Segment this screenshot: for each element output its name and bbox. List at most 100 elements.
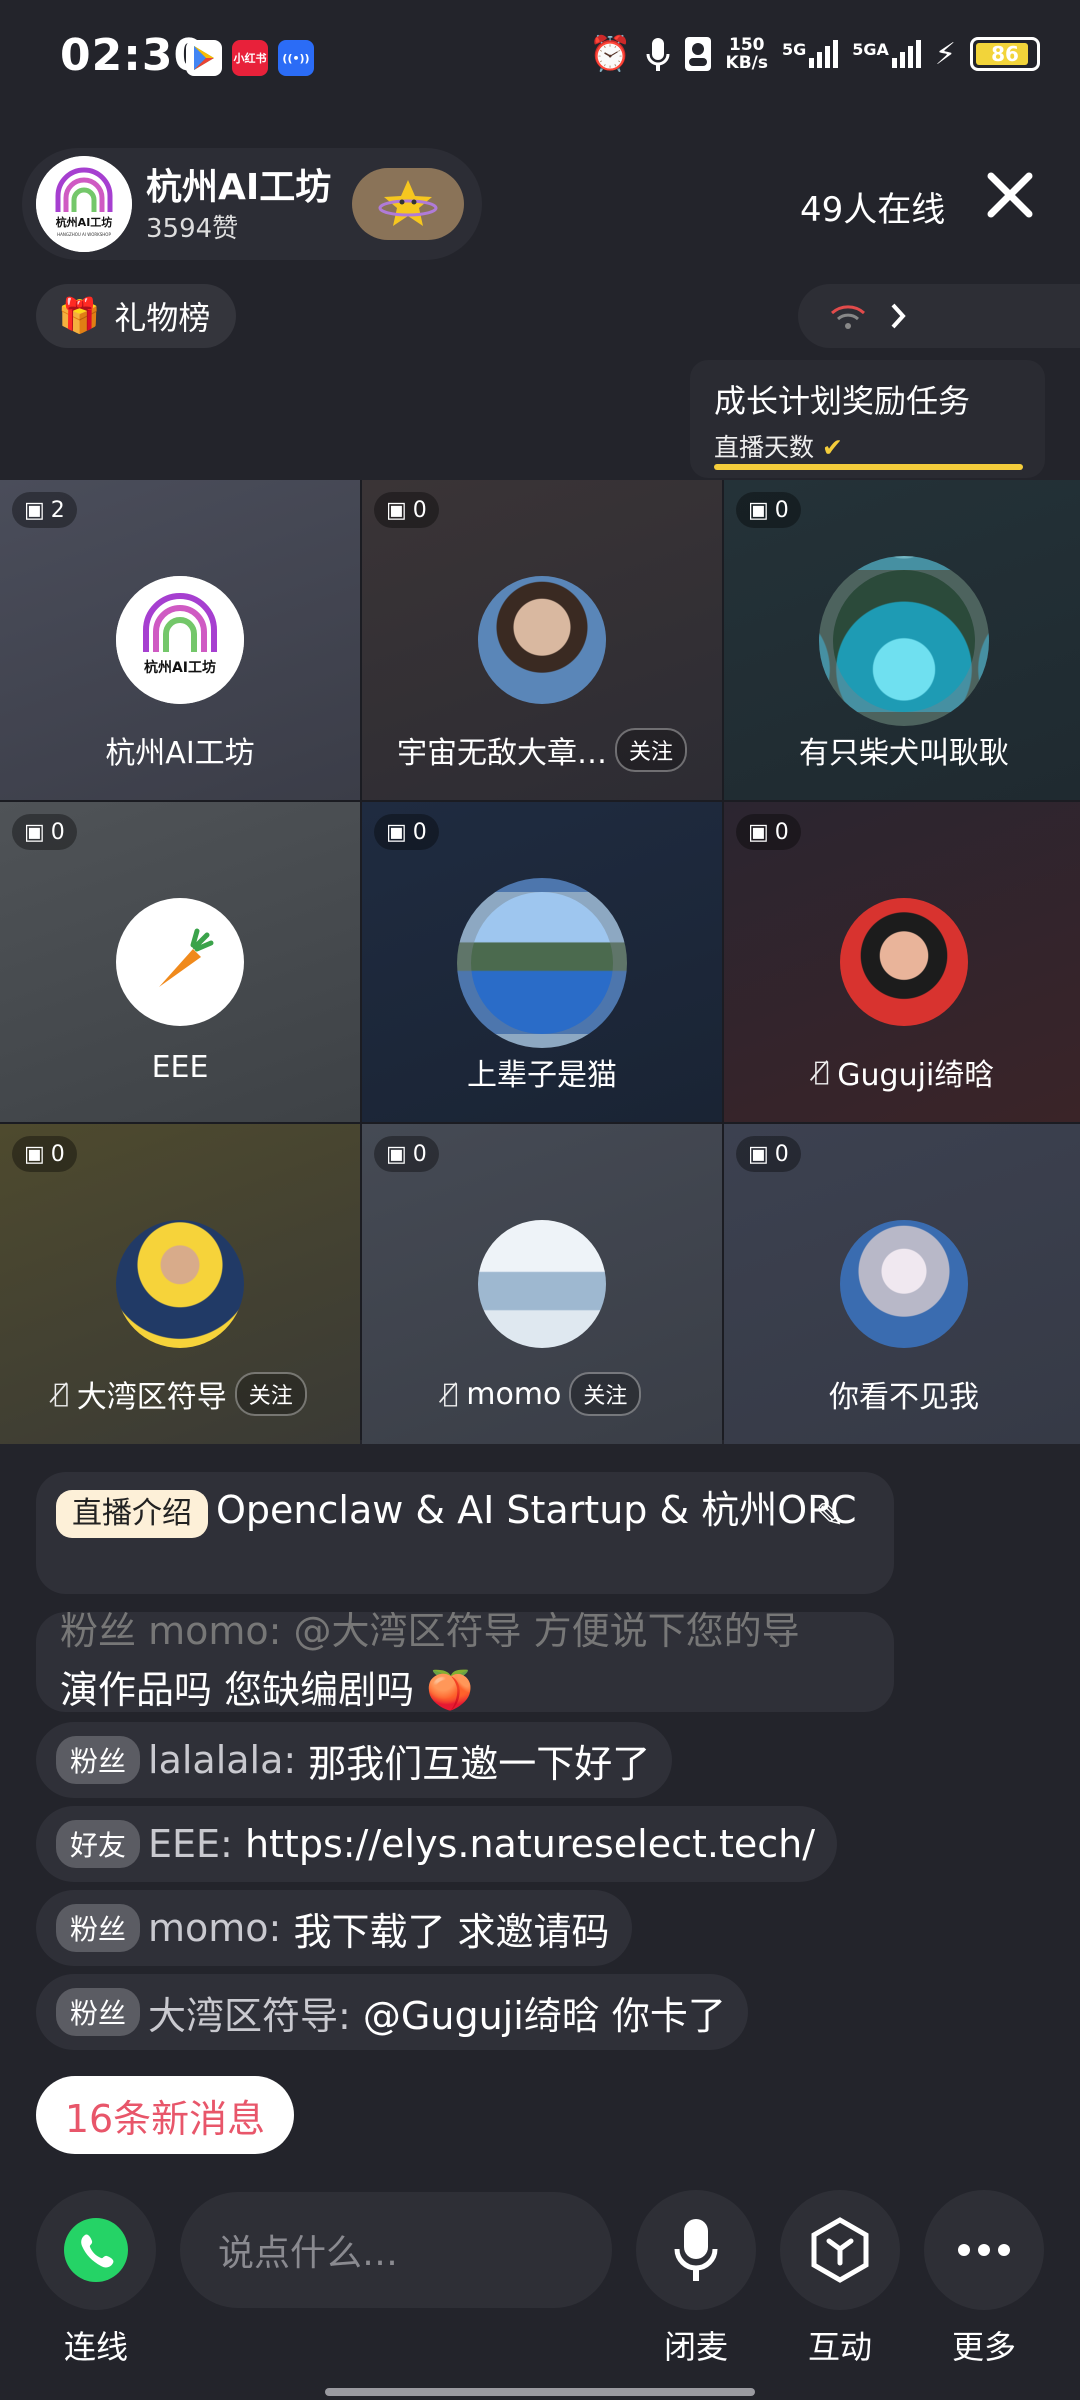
connect-button[interactable]: [36, 2190, 156, 2310]
follow-button[interactable]: 关注: [569, 1372, 642, 1416]
chat-input[interactable]: 说点什么…: [180, 2192, 612, 2308]
chevron-right-icon: [891, 303, 906, 329]
star-planet-icon: [378, 180, 438, 226]
close-icon: [987, 172, 1033, 218]
intro-text: Openclaw & AI Startup & 杭州OPC: [216, 1488, 857, 1532]
peach-emoji-icon: 🍑: [426, 1668, 474, 1712]
gift-icon: 🎁: [58, 296, 101, 336]
star-badge-button[interactable]: [352, 168, 464, 240]
svg-text:HANGZHOU AI WORKSHOP: HANGZHOU AI WORKSHOP: [57, 232, 111, 237]
avatar[interactable]: [116, 1220, 244, 1348]
gift-count-badge: ▣ 0: [736, 814, 801, 850]
mic-off-icon: 🎙̸: [813, 1057, 830, 1087]
avatar[interactable]: [478, 1220, 606, 1348]
more-dots-icon: [958, 2244, 1010, 2256]
network-status-button[interactable]: [798, 284, 1080, 348]
like-count: 3594赞: [146, 214, 239, 244]
seat-cell[interactable]: ▣ 0 你看不见我: [724, 1124, 1080, 1444]
task-progress-bar: [714, 464, 1023, 470]
room-avatar[interactable]: 杭州AI工坊 HANGZHOU AI WORKSHOP: [36, 156, 132, 252]
avatar[interactable]: 杭州AI工坊: [116, 576, 244, 704]
alarm-icon: ⏰: [589, 34, 632, 74]
mic-button[interactable]: [636, 2190, 756, 2310]
charging-icon: ⚡: [934, 36, 956, 72]
mic-off-icon: 🎙̸: [53, 1379, 69, 1409]
gift-box-icon: ▣: [748, 1141, 769, 1167]
gift-count-badge: ▣ 0: [374, 492, 439, 528]
avatar[interactable]: [840, 1220, 968, 1348]
avatar[interactable]: [819, 556, 989, 726]
gift-box-icon: ▣: [24, 819, 45, 845]
microphone-icon: [674, 2219, 718, 2281]
seat-name: EEE: [151, 1050, 209, 1085]
seat-cell[interactable]: ▣ 2 杭州AI工坊 杭州AI工坊: [0, 480, 360, 800]
broadcast-icon: ((•)): [278, 40, 314, 76]
more-button[interactable]: [924, 2190, 1044, 2310]
seat-cell[interactable]: ▣ 0 宇宙无敌大章… 关注: [362, 480, 722, 800]
wifi-signal-icon: [831, 305, 865, 329]
signal-5ga: 5GA: [852, 40, 921, 68]
gift-count-badge: ▣ 0: [12, 1136, 77, 1172]
gift-count-badge: ▣ 0: [736, 1136, 801, 1172]
seat-cell[interactable]: ▣ 0 🎙̸ Guguji绮晗: [724, 802, 1080, 1122]
edit-icon[interactable]: ✎: [816, 1490, 845, 1542]
gift-count-badge: ▣ 0: [374, 1136, 439, 1172]
contact-card-icon: [684, 37, 711, 71]
gift-box-icon: ▣: [748, 497, 769, 523]
xiaohongshu-icon: 小红书: [232, 40, 268, 76]
seat-cell[interactable]: ▣ 0 EEE: [0, 802, 360, 1122]
mic-off-icon: 🎙̸: [442, 1379, 459, 1409]
gift-count-badge: ▣ 2: [12, 492, 77, 528]
check-icon: ✔: [821, 433, 843, 462]
task-subtitle: 直播天数 ✔: [714, 433, 843, 462]
home-indicator[interactable]: [325, 2388, 755, 2396]
seat-name: 宇宙无敌大章… 关注: [362, 728, 722, 772]
seat-name: 🎙̸ momo 关注: [362, 1372, 722, 1416]
gift-box-icon: ▣: [748, 819, 769, 845]
room-header[interactable]: 杭州AI工坊 HANGZHOU AI WORKSHOP 杭州AI工坊 3594赞: [22, 148, 482, 260]
chat-message: 粉丝 momo: @大湾区符导 方便说下您的导 演作品吗 您缺编剧吗 🍑: [36, 1612, 894, 1712]
task-title: 成长计划奖励任务: [714, 382, 971, 420]
avatar[interactable]: [840, 898, 968, 1026]
chat-message: 好友 EEE: https://elys.natureselect.tech/: [36, 1806, 838, 1882]
status-indicators: ⏰ 150 KB/s 5G 5GA ⚡ 86: [589, 34, 1040, 74]
close-button[interactable]: [980, 170, 1040, 230]
live-intro[interactable]: 直播介绍 Openclaw & AI Startup & 杭州OPC ✎: [36, 1472, 894, 1594]
play-store-icon: [186, 40, 222, 76]
avatar[interactable]: [478, 576, 606, 704]
seat-cell[interactable]: ▣ 0 🎙̸ momo 关注: [362, 1124, 722, 1444]
seat-cell[interactable]: ▣ 0 上辈子是猫: [362, 802, 722, 1122]
avatar[interactable]: [457, 878, 627, 1048]
chat-link[interactable]: https://elys.natureselect.tech/: [245, 1822, 815, 1866]
clock: 02:30: [60, 30, 206, 81]
seat-name: 🎙̸ Guguji绮晗: [813, 1057, 995, 1093]
follow-button[interactable]: 关注: [614, 728, 687, 772]
seat-name: 上辈子是猫: [467, 1058, 617, 1093]
avatar[interactable]: [116, 898, 244, 1026]
connect-label: 连线: [63, 2328, 128, 2366]
gift-count-badge: ▣ 0: [374, 814, 439, 850]
svg-text:杭州AI工坊: 杭州AI工坊: [144, 659, 216, 676]
network-speed: 150 KB/s: [725, 35, 768, 73]
follow-button[interactable]: 关注: [234, 1372, 307, 1416]
signal-5g: 5G: [782, 40, 839, 68]
svg-text:杭州AI工坊: 杭州AI工坊: [56, 215, 113, 229]
seat-name: 杭州AI工坊: [105, 736, 255, 771]
gift-rank-button[interactable]: 🎁 礼物榜: [36, 284, 236, 348]
more-label: 更多: [951, 2328, 1016, 2366]
seat-cell[interactable]: ▣ 0 🎙̸ 大湾区符导 关注: [0, 1124, 360, 1444]
chat-message: 粉丝 lalalala: 那我们互邀一下好了: [36, 1722, 673, 1798]
gift-box-icon: ▣: [386, 1141, 407, 1167]
online-count: 49人在线: [800, 190, 946, 230]
growth-task-card[interactable]: 成长计划奖励任务 直播天数 ✔: [690, 360, 1045, 478]
new-messages-button[interactable]: 16条新消息: [36, 2076, 294, 2154]
seat-grid: ▣ 2 杭州AI工坊 杭州AI工坊 ▣ 0 宇宙无敌大章… 关注 ▣ 0 有只柴犬叫耿耿…: [0, 480, 1080, 1444]
gift-count-badge: ▣ 0: [12, 814, 77, 850]
friend-tag: 好友: [56, 1820, 141, 1868]
gift-box-icon: ▣: [386, 497, 407, 523]
interact-button[interactable]: [780, 2190, 900, 2310]
phone-icon: [64, 2218, 128, 2282]
seat-name: 有只柴犬叫耿耿: [799, 736, 1009, 771]
seat-cell[interactable]: ▣ 0 有只柴犬叫耿耿: [724, 480, 1080, 800]
seat-name: 你看不见我: [829, 1380, 979, 1415]
